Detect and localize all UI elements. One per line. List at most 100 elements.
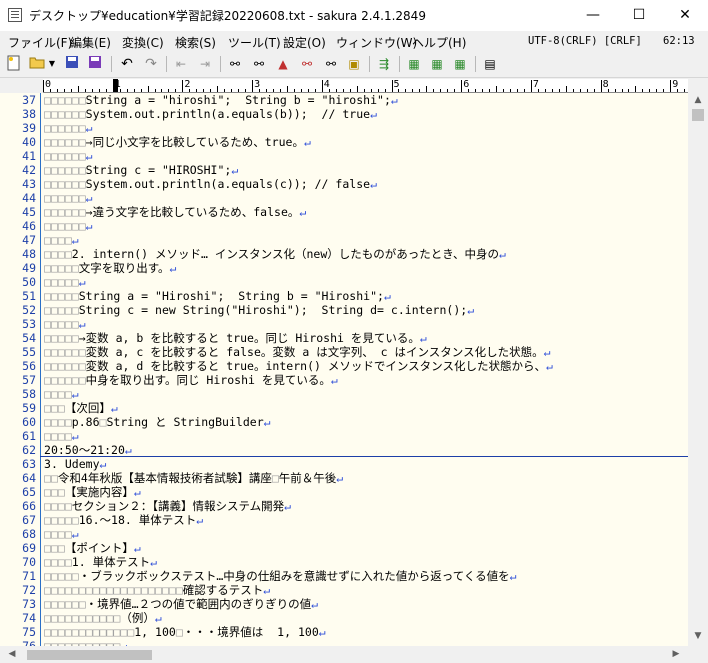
line-text[interactable]: □□□□□□□□□□□□□1, 100□・・・境界値は 1, 100↵ [44,625,326,639]
editor-line[interactable]: 58 □□□□↵ [0,387,688,401]
menu-settings[interactable]: 設定(O) [283,34,326,51]
scroll-down-icon[interactable]: ▼ [688,631,708,641]
editor-line[interactable]: 37 □□□□□□String a = "hiroshi"; String b =… [0,93,688,107]
line-text[interactable]: □□□□□□System.out.println(a.equals(c)); /… [44,177,377,191]
line-text[interactable]: □□□□↵ [44,527,79,541]
line-text[interactable]: □□□□□□↵ [44,191,93,205]
line-text[interactable]: □□□□□↵ [44,317,86,331]
line-text[interactable]: □□□□□□変数 a, c を比較すると false。変数 a は文字列、 c … [44,345,551,359]
editor-line[interactable]: 55 □□□□□□変数 a, c を比較すると false。変数 a は文字列、 … [0,345,688,359]
line-text[interactable]: □□□□□□String a = "hiroshi"; String b = "… [44,93,398,107]
editor-line[interactable]: 62 20:50〜21:20↵ [0,443,688,457]
line-text[interactable]: □□□□□□→同じ小文字を比較しているため、true。↵ [44,135,311,149]
line-text[interactable]: □□□□□String c = new String("Hiroshi"); S… [44,303,474,317]
redo-icon[interactable]: ↷ [142,55,160,73]
settings-icon[interactable]: ▤ [481,55,499,73]
compare-icon[interactable]: ▦ [405,55,423,73]
editor-line[interactable]: 69 □□□【ポイント】↵ [0,541,688,555]
menu-edit[interactable]: 編集(E) [70,34,111,51]
editor-line[interactable]: 76 □□□□□□□□□□□↵ [0,639,688,646]
line-text[interactable]: □□□□p.86□String と StringBuilder↵ [44,415,271,429]
line-text[interactable]: □□□□□□↵ [44,149,93,163]
editor-line[interactable]: 47 □□□□↵ [0,233,688,247]
line-text[interactable]: □□□□□文字を取り出す。↵ [44,261,176,275]
editor-line[interactable]: 63 3. Udemy↵ [0,457,688,471]
line-text[interactable]: □□□□□□・境界値…２つの値で範囲内のぎりぎりの値↵ [44,597,318,611]
editor-line[interactable]: 40 □□□□□□→同じ小文字を比較しているため、true。↵ [0,135,688,149]
line-text[interactable]: □□□【実施内容】↵ [44,485,141,499]
minimize-button[interactable]: — [570,0,616,31]
line-text[interactable]: □□□□□String a = "Hiroshi"; String b = "H… [44,289,391,303]
line-text[interactable]: □□□□□→変数 a, b を比較すると true。同じ Hiroshi を見て… [44,331,427,345]
outline-icon[interactable]: ⇶ [375,55,393,73]
save-all-icon[interactable] [86,55,104,73]
line-text[interactable]: □□□□1. 単体テスト↵ [44,555,157,569]
line-text[interactable]: □□□□□□↵ [44,121,93,135]
line-text[interactable]: □□□□□□中身を取り出す。同じ Hiroshi を見ている。↵ [44,373,338,387]
search-box-icon[interactable]: ▲ [274,55,292,73]
editor-line[interactable]: 53 □□□□□↵ [0,317,688,331]
editor-line[interactable]: 74 □□□□□□□□□□□（例）↵ [0,611,688,625]
editor-line[interactable]: 64 □□令和4年秋版【基本情報技術者試験】講座□午前＆午後↵ [0,471,688,485]
editor-line[interactable]: 44 □□□□□□↵ [0,191,688,205]
resize-grip[interactable] [688,646,708,663]
menu-search[interactable]: 検索(S) [175,34,216,51]
maximize-button[interactable]: ☐ [616,0,662,31]
line-text[interactable]: □□□□□□□□□□□↵ [44,639,127,646]
open-folder-icon[interactable] [28,55,46,73]
editor-line[interactable]: 66 □□□□セクション２：【講義】情報システム開発↵ [0,499,688,513]
replace-icon[interactable]: ⚯ [298,55,316,73]
dropdown-icon[interactable]: ▼ [47,55,57,73]
jump-forward-icon[interactable]: ⇥ [196,55,214,73]
editor-line[interactable]: 52 □□□□□String c = new String("Hiroshi");… [0,303,688,317]
line-text[interactable]: □□□□2. intern() メソッド… インスタンス化（new）したものがあ… [44,247,506,261]
close-button[interactable]: ✕ [662,0,708,31]
editor-line[interactable]: 57 □□□□□□中身を取り出す。同じ Hiroshi を見ている。↵ [0,373,688,387]
text-editor[interactable]: 37 □□□□□□String a = "hiroshi"; String b =… [0,93,688,646]
app-icon[interactable] [8,8,22,22]
vertical-scroll-thumb[interactable] [692,109,704,121]
search-next-icon[interactable]: ⚯ [250,55,268,73]
line-text[interactable]: □□□□□↵ [44,275,86,289]
editor-line[interactable]: 51 □□□□□String a = "Hiroshi"; String b = … [0,289,688,303]
horizontal-scroll-thumb[interactable] [27,650,152,660]
editor-line[interactable]: 42 □□□□□□String c = "HIROSHI";↵ [0,163,688,177]
line-text[interactable]: □□□【次回】↵ [44,401,118,415]
editor-line[interactable]: 45 □□□□□□→違う文字を比較しているため、false。↵ [0,205,688,219]
editor-line[interactable]: 48 □□□□2. intern() メソッド… インスタンス化（new）したもの… [0,247,688,261]
line-text[interactable]: □□令和4年秋版【基本情報技術者試験】講座□午前＆午後↵ [44,471,343,485]
editor-line[interactable]: 68 □□□□↵ [0,527,688,541]
line-text[interactable]: □□□□↵ [44,387,79,401]
line-text[interactable]: □□□□□□String c = "HIROSHI";↵ [44,163,238,177]
line-text[interactable]: □□□□□・ブラックボックステスト…中身の仕組みを意識せずに入れた値から返ってく… [44,569,517,583]
line-text[interactable]: □□□□↵ [44,233,79,247]
line-text[interactable]: □□□□□□→違う文字を比較しているため、false。↵ [44,205,306,219]
save-icon[interactable] [63,55,81,73]
menu-window[interactable]: ウィンドウ(W) [336,34,417,51]
editor-line[interactable]: 49 □□□□□文字を取り出す。↵ [0,261,688,275]
scroll-right-icon[interactable]: ▶ [666,649,686,659]
editor-line[interactable]: 72 □□□□□□□□□□□□□□□□□□□□確認するテスト↵ [0,583,688,597]
editor-line[interactable]: 46 □□□□□□↵ [0,219,688,233]
scroll-left-icon[interactable]: ◀ [2,649,22,659]
editor-line[interactable]: 65 □□□【実施内容】↵ [0,485,688,499]
editor-line[interactable]: 39 □□□□□□↵ [0,121,688,135]
undo-icon[interactable]: ↶ [118,55,136,73]
line-text[interactable]: □□□□□□□□□□□（例）↵ [44,611,162,625]
editor-line[interactable]: 73 □□□□□□・境界値…２つの値で範囲内のぎりぎりの値↵ [0,597,688,611]
editor-line[interactable]: 41 □□□□□□↵ [0,149,688,163]
jump-back-icon[interactable]: ⇤ [172,55,190,73]
editor-line[interactable]: 56 □□□□□□変数 a, d を比較すると true。intern() メソッ… [0,359,688,373]
horizontal-scrollbar[interactable]: ◀ ▶ [0,646,688,663]
menu-help[interactable]: ヘルプ(H) [412,34,466,51]
line-text[interactable]: □□□□セクション２：【講義】情報システム開発↵ [44,499,291,513]
search-prev-icon[interactable]: ⚯ [226,55,244,73]
menu-tools[interactable]: ツール(T) [228,34,281,51]
editor-line[interactable]: 71 □□□□□・ブラックボックステスト…中身の仕組みを意識せずに入れた値から返っ… [0,569,688,583]
grep-replace-icon[interactable]: ▣ [345,55,363,73]
editor-line[interactable]: 60 □□□□p.86□String と StringBuilder↵ [0,415,688,429]
keymacro-icon[interactable]: ▦ [451,55,469,73]
menu-file[interactable]: ファイル(F) [8,34,72,51]
editor-line[interactable]: 59 □□□【次回】↵ [0,401,688,415]
line-text[interactable]: □□□□□16.〜18. 単体テスト↵ [44,513,203,527]
